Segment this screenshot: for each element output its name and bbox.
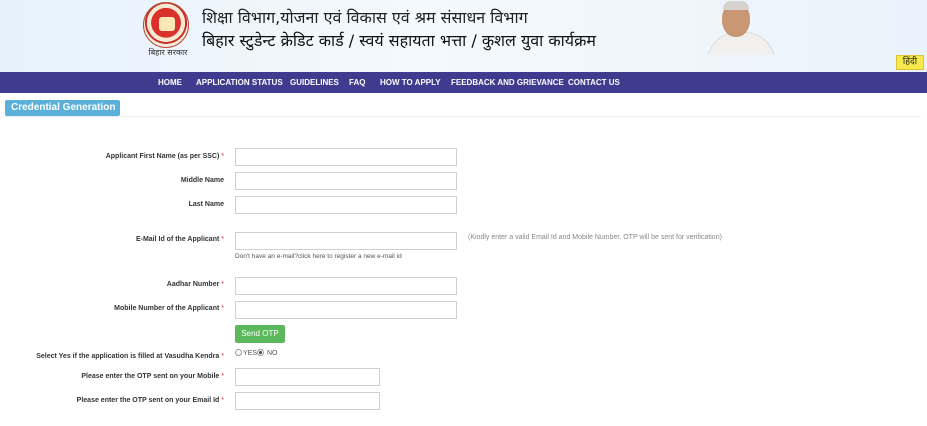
last-name-input[interactable] [235,196,457,214]
last-name-label: Last Name [189,201,224,208]
section-title-tab: Credential Generation [5,100,120,116]
required-mark: * [221,397,224,404]
vasudha-radio-group: YES NO [235,349,277,361]
nav-how-to-apply[interactable]: HOW TO APPLY [380,72,441,93]
nav-guidelines[interactable]: GUIDELINES [290,72,339,93]
first-name-label-text: Applicant First Name (as per SSC) [105,153,220,160]
site-header: बिहार सरकार शिक्षा विभाग,योजना एवं विकास… [0,0,927,72]
yes-radio[interactable] [235,349,242,356]
first-name-label: Applicant First Name (as per SSC) * [106,153,224,160]
nav-faq[interactable]: FAQ [349,72,365,93]
otp-email-label-text: Please enter the OTP sent on your Email … [76,397,220,404]
hindi-language-button[interactable]: हिंदी [896,55,924,70]
aadhar-label: Aadhar Number * [167,281,224,288]
nav-home[interactable]: HOME [158,72,182,93]
scheme-title: बिहार स्टुडेन्ट क्रेडिट कार्ड / स्वयं सह… [202,31,596,50]
otp-mobile-input[interactable] [235,368,380,386]
email-label: E-Mail Id of the Applicant * [136,236,224,243]
email-hint: (Kindly enter a valid Email Id and Mobil… [468,234,722,241]
middle-name-input[interactable] [235,172,457,190]
middle-name-label: Middle Name [181,177,224,184]
email-label-text: E-Mail Id of the Applicant [135,236,220,243]
mobile-label: Mobile Number of the Applicant * [114,305,224,312]
email-input[interactable] [235,232,457,250]
bihar-emblem-logo [143,2,189,48]
nav-contact-us[interactable]: CONTACT US [568,72,620,93]
register-email-link[interactable]: click here to register a new e-mail id [298,253,402,260]
no-radio-label[interactable]: NO [267,350,278,357]
no-email-prompt: Don't have an e-mail?click here to regis… [235,253,402,260]
required-mark: * [221,281,224,288]
aadhar-input[interactable] [235,277,457,295]
first-name-input[interactable] [235,148,457,166]
otp-email-input[interactable] [235,392,380,410]
vasudha-label-text: Select Yes if the application is filled … [36,353,220,360]
mobile-input[interactable] [235,301,457,319]
portrait-image [707,0,777,55]
otp-email-label: Please enter the OTP sent on your Email … [77,397,224,404]
aadhar-label-text: Aadhar Number [166,281,220,288]
otp-mobile-label: Please enter the OTP sent on your Mobile… [81,373,224,380]
portrait-hair-shape [723,1,749,10]
otp-mobile-label-text: Please enter the OTP sent on your Mobile [81,373,220,380]
send-otp-button[interactable]: Send OTP [235,325,285,343]
required-mark: * [221,153,224,160]
nav-application-status[interactable]: APPLICATION STATUS [196,72,283,93]
required-mark: * [221,305,224,312]
no-email-text: Don't have an e-mail? [235,253,299,260]
nav-feedback-grievance[interactable]: FEEDBACK AND GRIEVANCE [451,72,564,93]
no-radio[interactable] [257,349,265,356]
yes-radio-label[interactable]: YES [243,350,257,357]
logo-caption: बिहार सरकार [148,48,188,57]
vasudha-label: Select Yes if the application is filled … [36,353,224,360]
section-divider [5,116,921,117]
required-mark: * [221,353,224,360]
required-mark: * [221,236,224,243]
required-mark: * [221,373,224,380]
department-title: शिक्षा विभाग,योजना एवं विकास एवं श्रम सं… [202,8,528,27]
middle-name-label-text: Middle Name [180,177,224,184]
main-navigation: HOME APPLICATION STATUS GUIDELINES FAQ H… [0,72,927,93]
last-name-label-text: Last Name [188,201,224,208]
mobile-label-text: Mobile Number of the Applicant [114,305,220,312]
